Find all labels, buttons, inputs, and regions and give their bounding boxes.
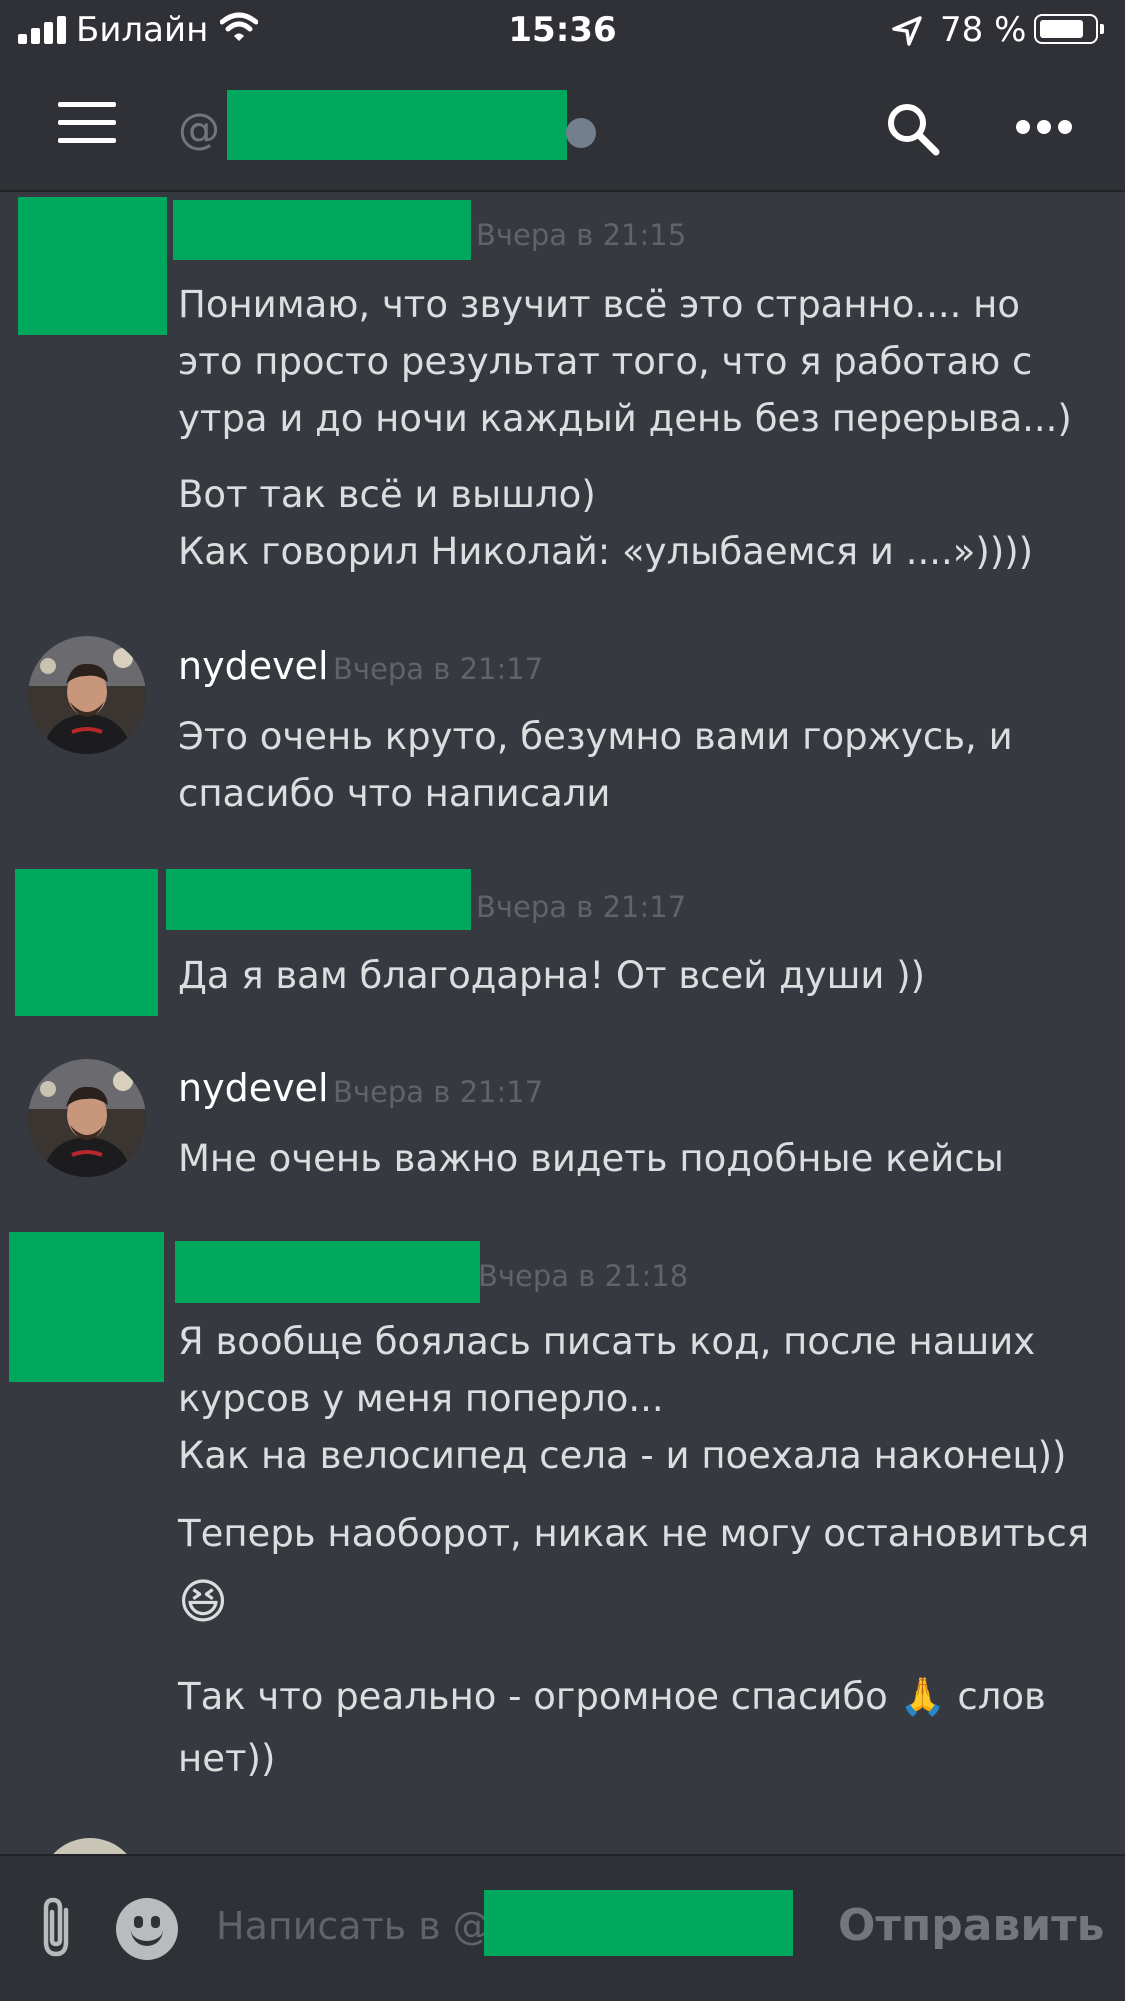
- location-arrow-icon: [892, 16, 922, 46]
- message-text: утра и до ночи каждый день без перерыва.…: [178, 397, 1072, 440]
- message-timestamp: Вчера в 21:17: [333, 652, 544, 686]
- message-text: спасибо что написали: [178, 772, 611, 815]
- message-text: Вот так всё и вышло): [178, 473, 596, 516]
- avatar[interactable]: [28, 636, 146, 754]
- message-text: Как на велосипед села - и поехала наконе…: [178, 1434, 1067, 1477]
- paperclip-icon[interactable]: [36, 1896, 80, 1960]
- redacted-avatar[interactable]: [15, 869, 158, 1016]
- redacted-avatar[interactable]: [9, 1232, 164, 1382]
- message-text: это просто результат того, что я работаю…: [178, 340, 1033, 383]
- message-input[interactable]: Написать в @: [216, 1886, 816, 1974]
- message-text: нет)): [178, 1737, 276, 1780]
- message-timestamp: Вчера в 21:17: [333, 1075, 544, 1109]
- message-timestamp: Вчера в 21:18: [478, 1259, 689, 1293]
- status-bar: Билайн 15:36 78 %: [0, 0, 1125, 62]
- more-options-icon[interactable]: [1016, 120, 1072, 140]
- menu-icon[interactable]: [58, 102, 116, 146]
- message-text: Понимаю, что звучит всё это странно.... …: [178, 283, 1021, 326]
- redacted-avatar[interactable]: [18, 197, 167, 335]
- battery-icon: [1034, 14, 1104, 44]
- message-input-bar: Написать в @ Отправить: [0, 1854, 1125, 2001]
- redacted-username[interactable]: [173, 200, 471, 260]
- avatar[interactable]: [28, 1059, 146, 1177]
- dm-at-symbol: @: [178, 104, 220, 153]
- redacted-dm-name: [227, 90, 567, 160]
- message-text: Теперь наоборот, никак не могу остановит…: [178, 1512, 1090, 1555]
- message-text: Я вообще боялась писать код, после наших: [178, 1320, 1036, 1363]
- send-button[interactable]: Отправить: [838, 1900, 1105, 1951]
- message-text: курсов у меня поперло...: [178, 1377, 664, 1420]
- message-author[interactable]: nydevel: [178, 644, 329, 688]
- message-text: Это очень круто, безумно вами горжусь, и: [178, 715, 1013, 758]
- redacted-username[interactable]: [166, 869, 471, 930]
- offline-status-dot: [566, 118, 596, 148]
- message-timestamp: Вчера в 21:15: [476, 218, 687, 252]
- message-timestamp: Вчера в 21:17: [476, 890, 687, 924]
- channel-header: @: [0, 62, 1125, 192]
- message-text: Мне очень важно видеть подобные кейсы: [178, 1137, 1004, 1180]
- message-author[interactable]: nydevel: [178, 1066, 329, 1110]
- message-text: Так что реально - огромное спасибо 🙏 сло…: [178, 1675, 1046, 1718]
- message-input-placeholder: Написать в @: [216, 1904, 491, 1948]
- emoji-picker-icon[interactable]: [116, 1898, 178, 1960]
- laughing-emoji: 😆: [178, 1574, 229, 1630]
- search-icon[interactable]: [884, 100, 942, 158]
- battery-percent: 78 %: [940, 10, 1027, 50]
- redacted-username[interactable]: [175, 1241, 480, 1303]
- message-text: Как говорил Николай: «улыбаемся и ....»)…: [178, 530, 1034, 573]
- redacted-recipient-name: [484, 1890, 793, 1956]
- message-text: Да я вам благодарна! От всей души )): [178, 954, 926, 997]
